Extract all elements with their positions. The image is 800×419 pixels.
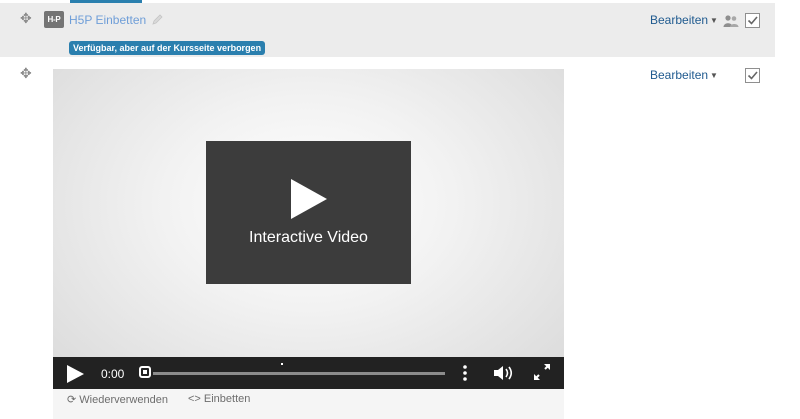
edit-menu-link[interactable]: Bearbeiten ▼ (650, 68, 718, 82)
more-options-icon[interactable] (463, 365, 467, 386)
interaction-marker (281, 363, 283, 365)
current-time: 0:00 (101, 367, 125, 381)
h5p-logo-icon: H-P (44, 11, 64, 28)
volume-icon[interactable] (494, 366, 514, 385)
completion-checkbox-icon[interactable] (745, 68, 760, 83)
reuse-button[interactable]: ⟳ Wiederverwenden (67, 393, 168, 406)
edit-menu-label: Bearbeiten (650, 13, 709, 27)
video-control-bar: 0:00 (53, 357, 564, 389)
caret-down-icon: ▼ (710, 16, 718, 25)
move-icon[interactable]: ✥ (20, 66, 32, 80)
embed-button[interactable]: <> Einbetten (188, 393, 250, 405)
activity-name-link[interactable]: H5P Einbetten (69, 13, 146, 27)
reuse-label: Wiederverwenden (79, 394, 168, 406)
move-icon[interactable]: ✥ (20, 11, 32, 25)
interactive-video-player: Interactive Video (53, 69, 564, 389)
embed-label: Einbetten (203, 393, 251, 405)
completion-checkbox-icon[interactable] (745, 13, 760, 28)
bookmark-icon[interactable] (139, 366, 151, 378)
pencil-icon[interactable] (151, 13, 164, 31)
video-title: Interactive Video (249, 229, 368, 246)
edit-menu-link[interactable]: Bearbeiten ▼ (650, 13, 718, 27)
activity-row-h5p: ✥ H-P H5P Einbetten Verfügbar, aber auf … (0, 3, 775, 57)
visibility-badge: Verfügbar, aber auf der Kursseite verbor… (69, 41, 266, 55)
fullscreen-icon[interactable] (534, 364, 550, 385)
video-splash-start-button[interactable]: Interactive Video (206, 141, 411, 284)
play-icon (291, 179, 327, 219)
progress-bar[interactable] (153, 372, 445, 375)
group-mode-icon[interactable] (723, 14, 739, 33)
caret-down-icon: ▼ (710, 71, 718, 80)
play-icon[interactable] (67, 365, 84, 388)
edit-menu-label: Bearbeiten (650, 68, 709, 82)
h5p-actions-bar: ⟳ Wiederverwenden <> Einbetten (53, 389, 564, 419)
